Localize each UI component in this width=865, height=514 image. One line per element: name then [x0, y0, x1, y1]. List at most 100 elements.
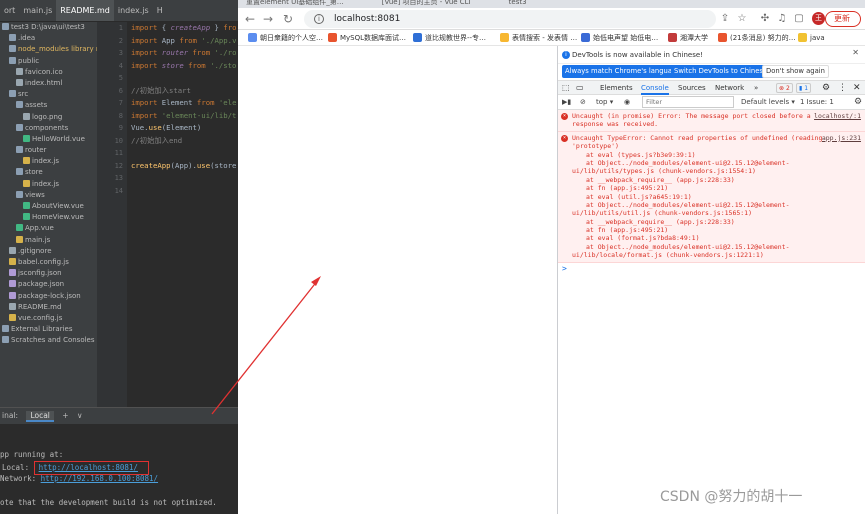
back-arrow-icon[interactable]: ← [242, 11, 258, 27]
code-token: store [161, 60, 189, 70]
sidebar-toggle-icon[interactable]: ▶▮ [562, 96, 571, 108]
tree-item[interactable]: logo.png [0, 112, 97, 123]
console-prompt[interactable]: > [558, 263, 865, 275]
editor-tab[interactable]: index.js [114, 0, 153, 21]
site-info-icon[interactable]: i [314, 14, 324, 24]
code-editor[interactable]: import { createApp } fro import App from … [127, 22, 238, 407]
editor-tab[interactable]: README.md [56, 0, 114, 21]
tree-item[interactable]: package.json [0, 279, 97, 290]
tree-item[interactable]: public [0, 56, 97, 67]
tree-item[interactable]: test3 D:\java\ui\test3 [0, 22, 97, 33]
tree-item[interactable]: index.js [0, 179, 97, 190]
tree-item[interactable]: External Libraries [0, 324, 97, 335]
code-token: './App.v [201, 35, 237, 45]
tab-elements[interactable]: Elements [600, 81, 633, 95]
bookmark-item[interactable]: 始低电声望 始低电… [581, 30, 658, 45]
tree-item[interactable]: vue.config.js [0, 313, 97, 324]
code-line: import App from './App.v [127, 35, 238, 48]
tree-item[interactable]: babel.config.js [0, 257, 97, 268]
error-line: at eval (types.js?b3e9:39:1) [586, 150, 696, 159]
local-url-link[interactable]: http://localhost:8081/ [39, 463, 138, 472]
tree-item[interactable]: src [0, 89, 97, 100]
tree-item[interactable]: App.vue [0, 223, 97, 234]
bookmark-item[interactable]: 道比规教世界--专… [413, 30, 486, 45]
tree-item[interactable]: router [0, 145, 97, 156]
dont-show-again-button[interactable]: Don't show again [762, 65, 829, 78]
tree-item[interactable]: index.js [0, 156, 97, 167]
tab-network[interactable]: Network [715, 81, 744, 95]
bookmark-item[interactable]: 朝日衆籍的个人空… [248, 30, 323, 45]
share-icon[interactable]: ⇪ [718, 12, 732, 26]
editor-tab[interactable]: H [153, 0, 167, 21]
bookmark-item[interactable]: 湘潭大学 [668, 30, 708, 45]
terminal-dropdown-icon[interactable]: ∨ [77, 411, 83, 420]
media-icon[interactable]: ♫ [775, 12, 789, 26]
close-devtools-icon[interactable]: ✕ [853, 81, 861, 95]
reload-icon[interactable]: ↻ [280, 11, 296, 27]
tree-item[interactable]: store [0, 167, 97, 178]
extensions-icon[interactable]: ✣ [758, 12, 772, 26]
line-number: 2 [118, 36, 123, 45]
network-url-link[interactable]: http://192.168.0.100:8081/ [41, 474, 158, 483]
settings-gear-icon[interactable]: ⚙ [822, 81, 830, 95]
tree-item[interactable]: .gitignore [0, 246, 97, 257]
tree-item-label: .idea [18, 34, 36, 43]
forward-arrow-icon[interactable]: → [260, 11, 276, 27]
address-bar[interactable]: i localhost:8081 [304, 10, 716, 28]
editor-tab[interactable]: ort [0, 0, 19, 21]
issues-counter[interactable]: 1 Issue: 1 [800, 96, 834, 108]
bookmark-item[interactable]: (21条消息) 努力的… [718, 30, 796, 45]
tree-item[interactable]: AboutView.vue [0, 201, 97, 212]
more-options-icon[interactable]: ⋮ [838, 81, 847, 95]
bookmark-item[interactable]: 表情搜索 - 发表情 … [500, 30, 577, 45]
browser-tab[interactable]: [Vue] 项目的主页 - Vue CLI [382, 0, 471, 6]
folder-icon [2, 336, 9, 344]
browser-tab[interactable]: 重置element UI基础组件_第… [246, 0, 344, 6]
error-source-link[interactable]: app.js:231 [822, 134, 861, 142]
side-panel-icon[interactable]: ▢ [792, 12, 806, 26]
close-infobar-icon[interactable]: ✕ [852, 48, 859, 57]
error-source-link[interactable]: localhost/:1 [814, 112, 861, 120]
tree-item[interactable]: .idea [0, 33, 97, 44]
tree-item[interactable]: main.js [0, 235, 97, 246]
bookmark-star-icon[interactable]: ☆ [735, 12, 749, 26]
tree-item[interactable]: assets [0, 100, 97, 111]
more-tabs-icon[interactable]: » [754, 81, 758, 95]
device-toolbar-icon[interactable]: ▭ [576, 81, 584, 95]
tab-sources[interactable]: Sources [678, 81, 706, 95]
console-output: × localhost/:1 Uncaught (in promise) Error… [558, 110, 865, 488]
error-count-badge[interactable]: ⊗ 2 [776, 83, 793, 93]
tree-item[interactable]: favicon.ico [0, 67, 97, 78]
tree-item-label: jsconfig.json [18, 269, 62, 278]
browser-tab[interactable]: test3 [509, 0, 527, 6]
tree-item[interactable]: views [0, 190, 97, 201]
tree-item[interactable]: index.html [0, 78, 97, 89]
console-settings-gear-icon[interactable]: ⚙ [854, 96, 862, 108]
terminal-tab-local[interactable]: Local [26, 411, 54, 422]
always-match-language-button[interactable]: Always match Chrome's language [562, 65, 684, 78]
tree-item[interactable]: Scratches and Consoles [0, 335, 97, 346]
profile-avatar[interactable]: 王 [812, 12, 825, 25]
inspect-element-icon[interactable]: ⬚ [562, 81, 570, 95]
clear-console-icon[interactable]: ⊘ [580, 96, 586, 108]
message-count-badge[interactable]: ▮ 1 [796, 83, 812, 93]
switch-to-chinese-button[interactable]: Switch DevTools to Chinese [671, 65, 771, 78]
context-selector[interactable]: top ▾ [596, 96, 613, 108]
tree-item[interactable]: HomeView.vue [0, 212, 97, 223]
editor-tab[interactable]: main.js [19, 0, 56, 21]
log-levels-dropdown[interactable]: Default levels ▾ [741, 96, 795, 108]
tree-item[interactable]: components [0, 123, 97, 134]
tab-console[interactable]: Console [641, 81, 669, 95]
bookmark-item[interactable]: MySQL数据库面试… [328, 30, 406, 45]
add-terminal-button[interactable]: + [62, 411, 68, 420]
tree-item[interactable]: README.md [0, 302, 97, 313]
eye-icon[interactable]: ◉ [624, 96, 630, 108]
console-filter-input[interactable] [642, 96, 734, 108]
tree-item[interactable]: jsconfig.json [0, 268, 97, 279]
tree-item[interactable]: node_modules library root [0, 44, 97, 55]
bookmark-item[interactable]: java [798, 30, 825, 45]
update-button[interactable]: 更新 [825, 11, 861, 27]
tree-item[interactable]: package-lock.json [0, 291, 97, 302]
tree-item[interactable]: HelloWorld.vue [0, 134, 97, 145]
